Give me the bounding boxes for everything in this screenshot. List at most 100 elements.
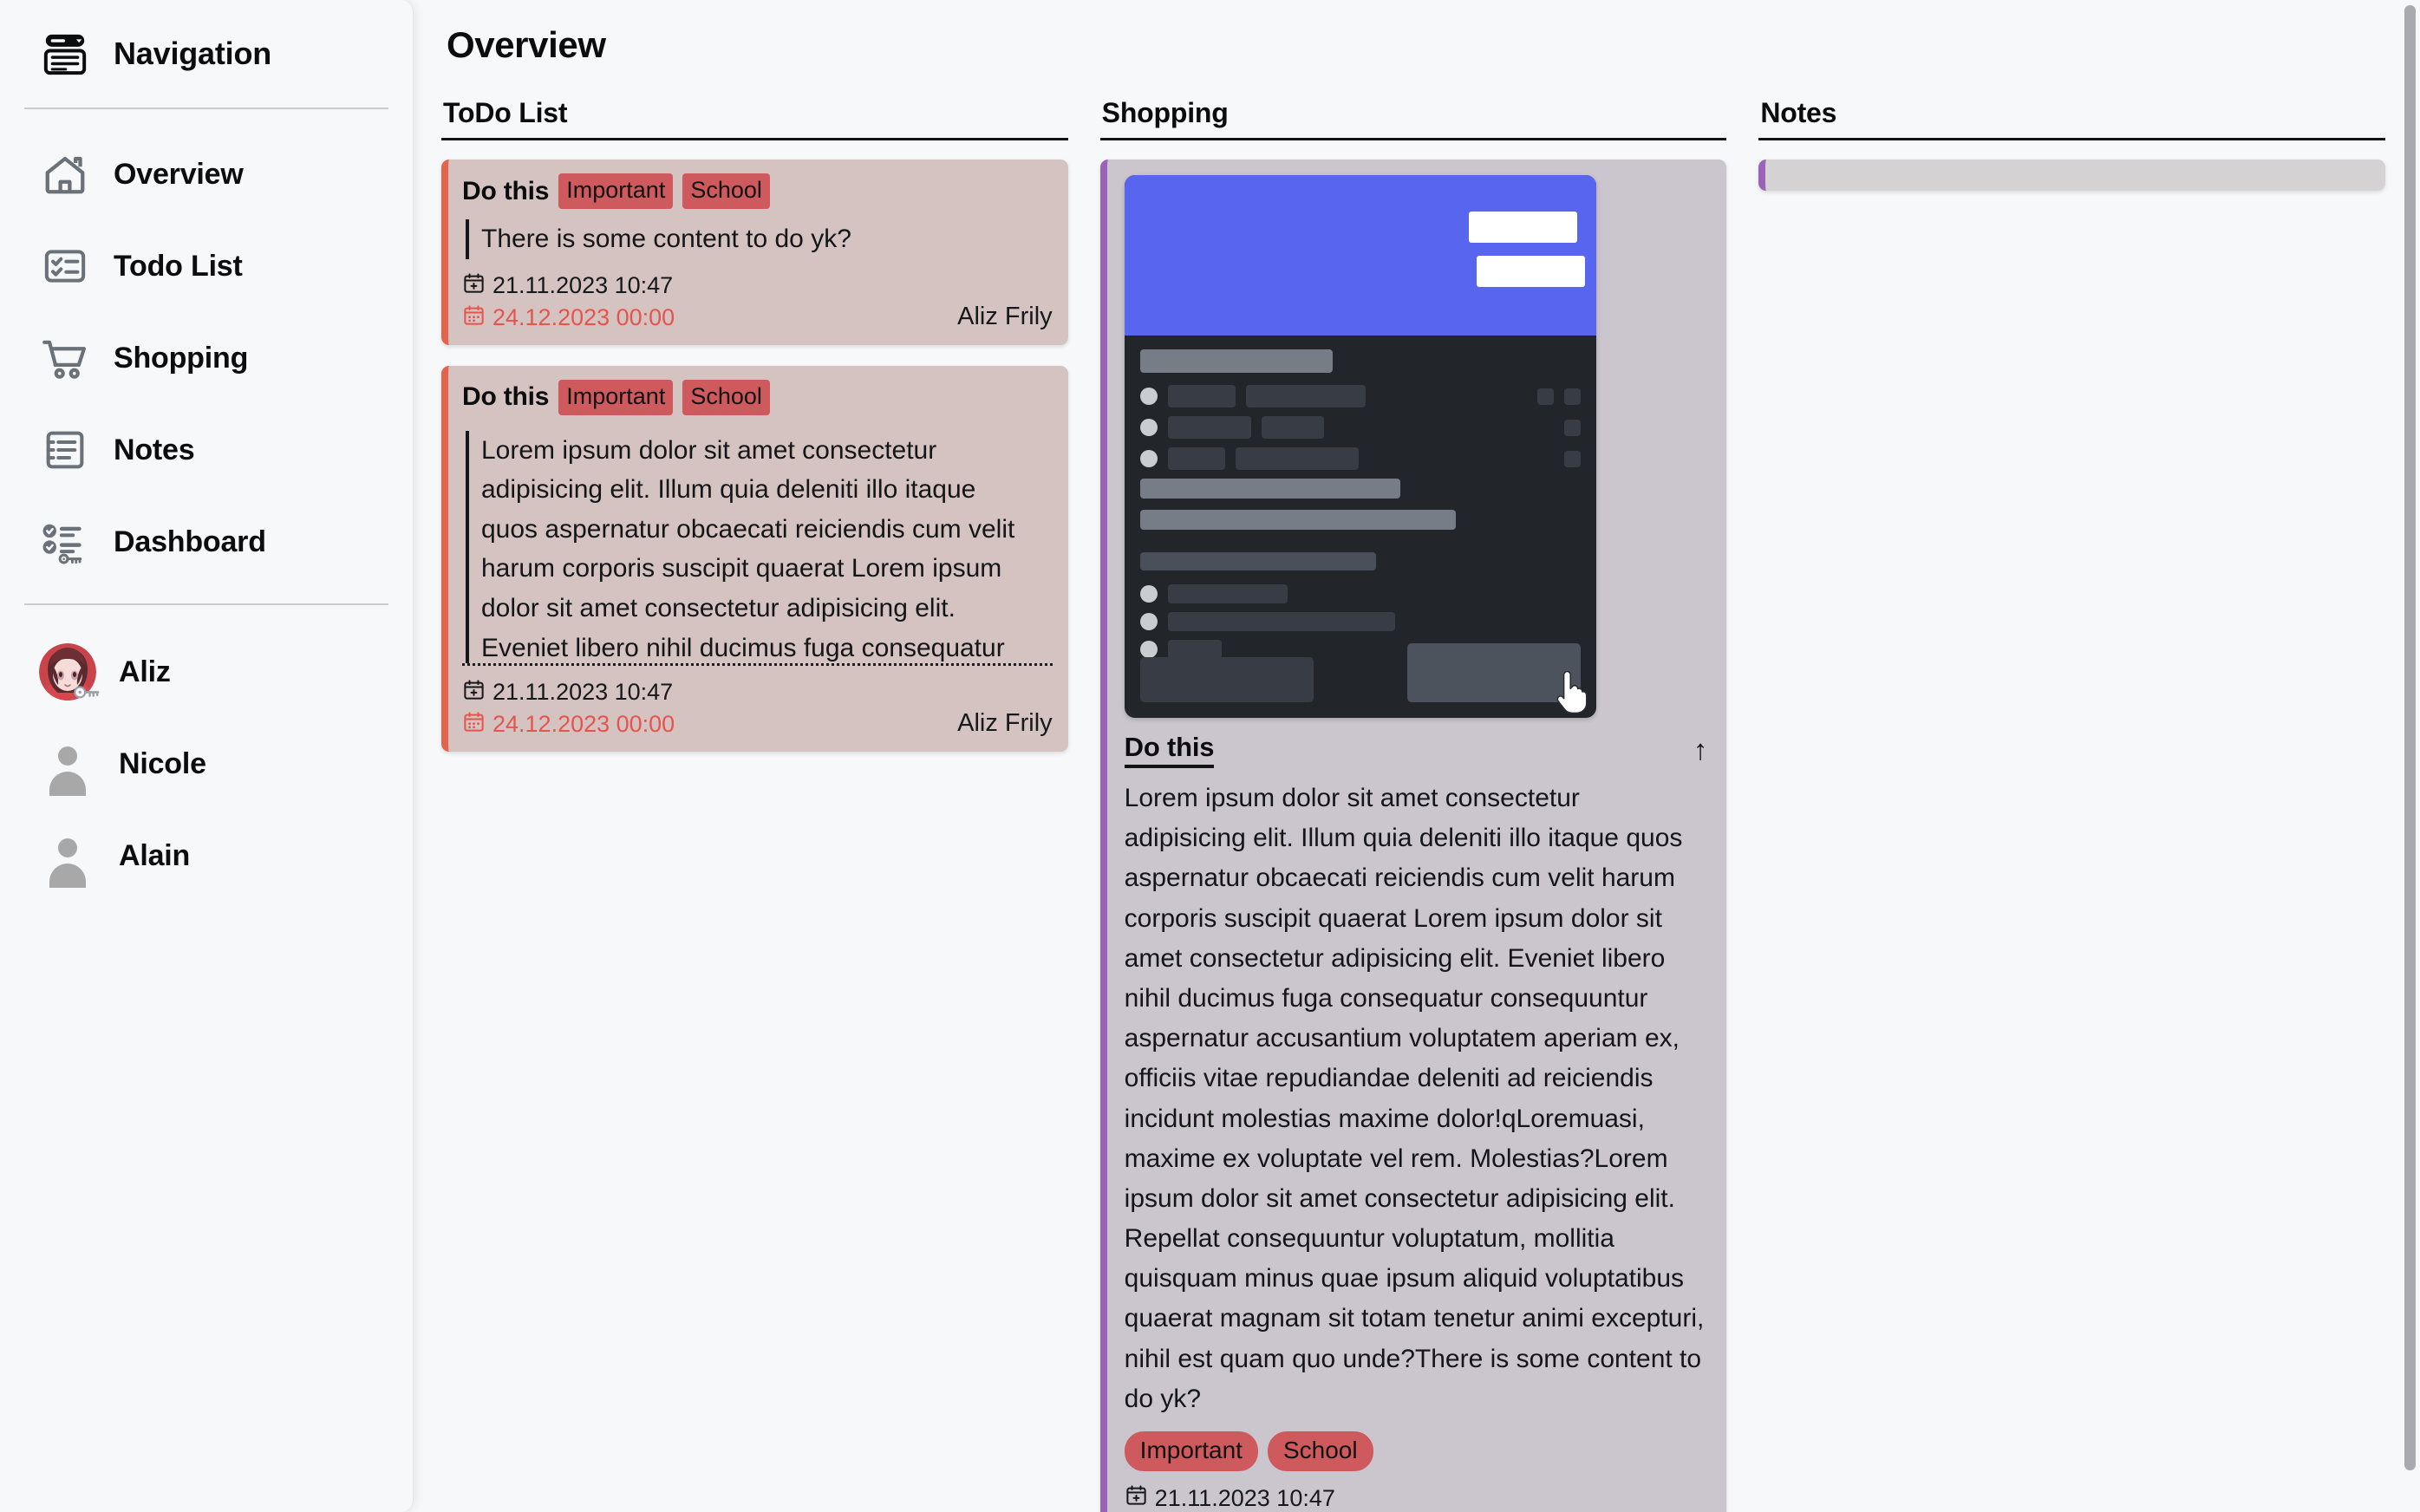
preview-bar — [1235, 447, 1359, 470]
preview-bar — [1245, 385, 1366, 407]
sidebar-item-dashboard[interactable]: Dashboard — [24, 496, 388, 588]
card-author: Aliz Frily — [957, 708, 1053, 737]
card-tags: Important School — [1124, 1431, 1708, 1471]
tag-important[interactable]: Important — [558, 173, 674, 209]
preview-header — [1124, 175, 1596, 336]
preview-bar — [1167, 612, 1395, 631]
preview-bar — [1139, 552, 1376, 570]
calendar-plus-icon — [462, 678, 486, 707]
due-date: 24.12.2023 00:00 — [492, 304, 675, 331]
column-header-shopping: Shopping — [1099, 97, 1727, 140]
preview-wrap — [1124, 175, 1708, 718]
preview-pill — [1468, 212, 1577, 243]
preview-bar — [1167, 584, 1288, 603]
card-body: There is some content to do yk? — [466, 219, 1053, 259]
card-title: Do this — [462, 176, 550, 205]
preview-row — [1139, 447, 1581, 470]
todo-card[interactable]: Do this Important School Lorem ipsum dol… — [441, 365, 1068, 752]
sidebar-item-label: Overview — [114, 157, 244, 191]
preview-row — [1139, 584, 1581, 603]
preview-body — [1125, 336, 1596, 659]
preview-bar — [1167, 385, 1236, 407]
tag-school[interactable]: School — [682, 379, 770, 415]
preview-square — [1536, 388, 1554, 405]
preview-footer — [1139, 643, 1581, 702]
preview-bar — [1139, 479, 1400, 499]
column-shopping: Shopping Do this ↑ Lorem ipsum dolor sit… — [1099, 97, 1727, 1512]
created-date: 21.11.2023 10:47 — [492, 679, 674, 706]
preview-dot — [1139, 450, 1158, 467]
note-card[interactable] — [1758, 160, 2386, 191]
sidebar-item-todo-list[interactable]: Todo List — [24, 220, 388, 312]
tag-school[interactable]: School — [1267, 1431, 1373, 1471]
avatar — [39, 735, 96, 792]
due-date-row: 24.12.2023 00:00 — [462, 710, 675, 740]
page-title: Overview — [447, 24, 606, 65]
preview-bar — [1167, 416, 1251, 439]
sidebar-item-shopping[interactable]: Shopping — [24, 312, 388, 404]
due-date-row: 24.12.2023 00:00 — [462, 303, 675, 333]
tag-important[interactable]: Important — [1124, 1431, 1258, 1471]
sidebar-item-label: Notes — [114, 433, 195, 466]
sidebar-user-alain[interactable]: Alain — [24, 810, 388, 902]
preview-bar — [1261, 416, 1324, 439]
notes-icon — [39, 424, 91, 476]
calendar-deadline-icon — [462, 710, 486, 740]
tag-important[interactable]: Important — [558, 379, 674, 415]
preview-row — [1139, 416, 1581, 439]
main-content: Overview ToDo List Do this Important Sch… — [414, 0, 2420, 1512]
sidebar-user-label: Aliz — [119, 655, 171, 688]
sidebar-user-label: Nicole — [119, 746, 206, 780]
sidebar-item-overview[interactable]: Overview — [24, 128, 388, 220]
shopping-preview-image — [1124, 175, 1596, 718]
card-dates: 21.11.2023 10:47 24.12.2023 00:00 — [462, 678, 675, 740]
sidebar-user-nicole[interactable]: Nicole — [24, 718, 388, 810]
card-body: Lorem ipsum dolor sit amet consectetur a… — [1124, 784, 1705, 1413]
due-date: 24.12.2023 00:00 — [492, 711, 675, 738]
preview-pill — [1476, 256, 1585, 287]
calendar-plus-icon — [462, 271, 486, 301]
page-scrollbar-thumb[interactable] — [2404, 5, 2416, 1470]
sidebar-user-label: Alain — [119, 838, 191, 872]
card-title: Do this — [462, 382, 550, 412]
created-date: 21.11.2023 10:47 — [492, 272, 674, 299]
card-footer: 21.11.2023 10:47 24.12.2023 00:00 Aliz F… — [462, 678, 1053, 740]
sidebar-item-notes[interactable]: Notes — [24, 404, 388, 496]
tag-school[interactable]: School — [682, 173, 770, 209]
shopping-card[interactable]: Do this ↑ Lorem ipsum dolor sit amet con… — [1099, 160, 1727, 1512]
preview-bar — [1167, 447, 1225, 470]
shopping-title-row: Do this ↑ — [1124, 732, 1708, 768]
collapse-arrow-icon[interactable]: ↑ — [1693, 732, 1708, 764]
calendar-deadline-icon — [462, 303, 486, 333]
sidebar-item-label: Shopping — [114, 341, 249, 375]
created-date: 21.11.2023 10:47 — [1154, 1484, 1335, 1511]
sidebar-brand: Navigation — [24, 0, 388, 108]
shopping-cart-icon — [39, 332, 91, 384]
todo-card[interactable]: Do this Important School There is some c… — [441, 160, 1068, 345]
card-title-row: Do this Important School — [462, 173, 1053, 209]
preview-bar — [1139, 510, 1456, 530]
page-scrollbar[interactable] — [2404, 0, 2416, 1512]
avatar — [39, 827, 96, 884]
card-body-scroll[interactable]: Lorem ipsum dolor sit amet consectetur a… — [462, 426, 1053, 666]
sidebar-item-label: Todo List — [114, 249, 243, 283]
created-date-row: 21.11.2023 10:47 — [1125, 1483, 1708, 1512]
sidebar-user-aliz[interactable]: Aliz — [24, 626, 388, 718]
sidebar-nav: Overview Todo List Shopping Notes Dashbo… — [24, 109, 388, 603]
preview-dot — [1139, 585, 1158, 603]
preview-bar — [1139, 349, 1333, 373]
sidebar-brand-label: Navigation — [114, 36, 272, 71]
preview-dot — [1139, 388, 1158, 405]
cursor-pointer-icon — [1555, 670, 1591, 716]
created-date-row: 21.11.2023 10:47 — [462, 271, 675, 301]
navigation-panel-icon — [39, 28, 91, 80]
preview-dot — [1139, 613, 1158, 630]
preview-square — [1563, 419, 1581, 436]
preview-row — [1139, 612, 1581, 631]
app-root: Navigation Overview Todo List Shopping N… — [0, 0, 2420, 1512]
column-todo: ToDo List Do this Important School There… — [441, 97, 1068, 772]
card-title: Do this — [1124, 732, 1215, 768]
sidebar-user-list: Aliz Nicole Alain — [24, 605, 388, 902]
created-date-row: 21.11.2023 10:47 — [462, 678, 675, 707]
avatar — [39, 643, 100, 701]
